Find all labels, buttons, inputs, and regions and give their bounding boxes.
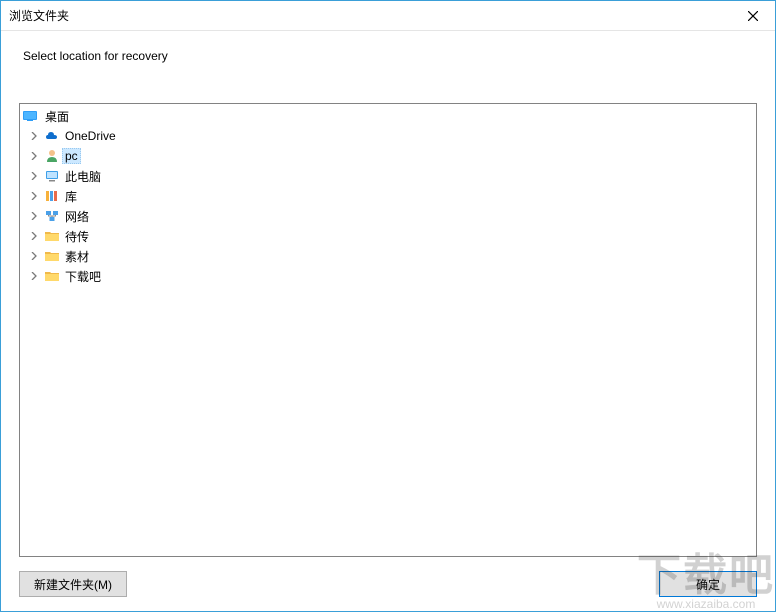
titlebar: 浏览文件夹 [1,1,775,31]
close-icon [748,11,758,21]
tree-item[interactable]: OneDrive [20,126,756,146]
tree-item[interactable]: pc [20,146,756,166]
tree-item-label: pc [62,148,81,164]
expander-icon[interactable] [26,268,42,284]
onedrive-icon [44,128,60,144]
folder-icon [44,248,60,264]
desktop-icon [22,108,38,124]
tree-item-label: OneDrive [62,128,119,144]
expander-icon[interactable] [26,148,42,164]
expander-icon[interactable] [26,128,42,144]
folder-icon [44,228,60,244]
tree-item-label: 此电脑 [62,167,104,186]
user-icon [44,148,60,164]
browse-folder-dialog: 浏览文件夹 Select location for recovery 桌面 On… [0,0,776,612]
tree-item[interactable]: 下载吧 [20,266,756,286]
expander-icon[interactable] [26,188,42,204]
tree-item-label: 素材 [62,247,92,266]
tree-item[interactable]: 网络 [20,206,756,226]
tree-item[interactable]: 待传 [20,226,756,246]
tree-item-label: 下载吧 [62,267,104,286]
expander-icon[interactable] [26,228,42,244]
tree-item-label: 待传 [62,227,92,246]
tree-item[interactable]: 素材 [20,246,756,266]
libraries-icon [44,188,60,204]
instruction-text: Select location for recovery [23,49,757,63]
tree-item[interactable]: 此电脑 [20,166,756,186]
dialog-content: Select location for recovery 桌面 OneDrive… [1,31,775,611]
new-folder-button[interactable]: 新建文件夹(M) [19,571,127,597]
close-button[interactable] [730,1,775,30]
expander-icon[interactable] [26,208,42,224]
thispc-icon [44,168,60,184]
folder-icon [44,268,60,284]
tree-root-label: 桌面 [42,107,72,126]
folder-tree[interactable]: 桌面 OneDrive pc 此电脑库网络待传素材下载吧 [19,103,757,557]
tree-root-desktop[interactable]: 桌面 [20,106,756,126]
expander-icon[interactable] [26,248,42,264]
tree-item-label: 网络 [62,207,92,226]
window-title: 浏览文件夹 [9,7,69,24]
expander-icon[interactable] [26,168,42,184]
button-row: 新建文件夹(M) 确定 [19,571,757,597]
tree-item[interactable]: 库 [20,186,756,206]
tree-item-label: 库 [62,187,80,206]
ok-button[interactable]: 确定 [659,571,757,597]
network-icon [44,208,60,224]
